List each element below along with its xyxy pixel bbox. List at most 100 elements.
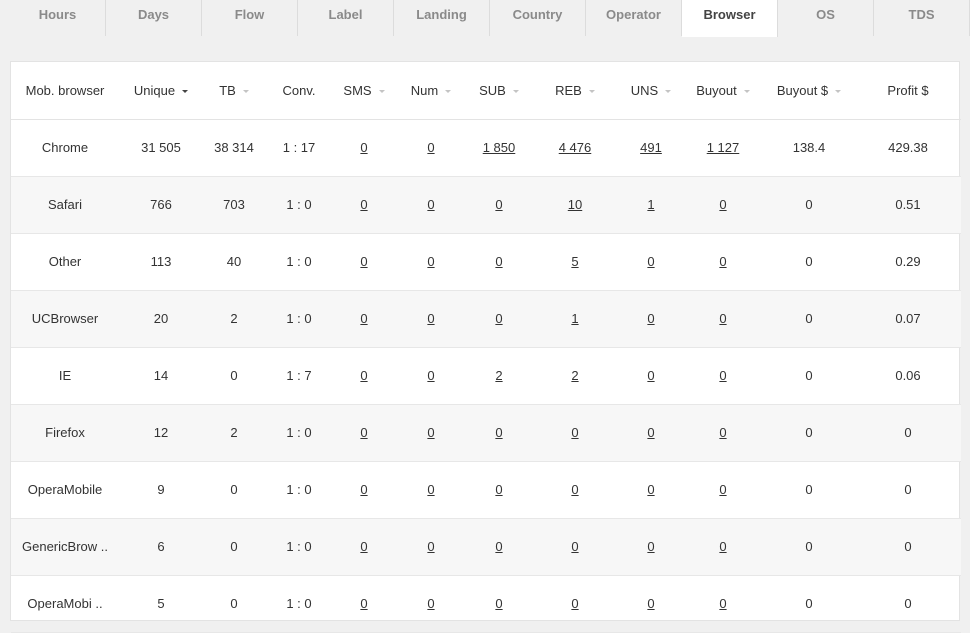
cell-link[interactable]: 0 bbox=[719, 539, 726, 554]
column-header-sub[interactable]: SUB bbox=[467, 62, 531, 120]
cell-link[interactable]: 0 bbox=[427, 368, 434, 383]
cell-link[interactable]: 0 bbox=[427, 140, 434, 155]
tab-days[interactable]: Days bbox=[106, 0, 202, 36]
cell-link[interactable]: 0 bbox=[647, 368, 654, 383]
table-row: OperaMobile 9 0 1 : 0 0 0 0 0 0 0 0 0 bbox=[11, 461, 961, 519]
sort-caret-icon[interactable] bbox=[378, 89, 385, 93]
cell-link[interactable]: 0 bbox=[647, 596, 654, 611]
sort-caret-icon[interactable] bbox=[588, 89, 595, 93]
table-cell: 0 bbox=[619, 518, 683, 576]
tab-label[interactable]: Label bbox=[298, 0, 394, 36]
cell-link[interactable]: 0 bbox=[360, 596, 367, 611]
tab-operator[interactable]: Operator bbox=[586, 0, 682, 36]
cell-link[interactable]: 0 bbox=[427, 482, 434, 497]
cell-value: 1 : 0 bbox=[286, 425, 312, 440]
cell-link[interactable]: 0 bbox=[495, 425, 502, 440]
table-cell: 1 : 0 bbox=[265, 518, 333, 576]
cell-link[interactable]: 491 bbox=[640, 140, 662, 155]
cell-link[interactable]: 0 bbox=[360, 368, 367, 383]
cell-link[interactable]: 0 bbox=[495, 254, 502, 269]
tab-country[interactable]: Country bbox=[490, 0, 586, 36]
column-header-reb[interactable]: REB bbox=[531, 62, 619, 120]
cell-link[interactable]: 0 bbox=[647, 482, 654, 497]
sort-caret-icon[interactable] bbox=[665, 89, 672, 93]
cell-link[interactable]: 0 bbox=[495, 311, 502, 326]
cell-link[interactable]: 0 bbox=[719, 368, 726, 383]
table-row: UCBrowser 20 2 1 : 0 0 0 0 1 0 0 0 0.07 bbox=[11, 290, 961, 348]
cell-link[interactable]: 0 bbox=[360, 140, 367, 155]
cell-link[interactable]: 0 bbox=[360, 311, 367, 326]
column-header-sms[interactable]: SMS bbox=[333, 62, 395, 120]
sort-caret-icon[interactable] bbox=[182, 89, 189, 93]
cell-link[interactable]: 5 bbox=[571, 254, 578, 269]
cell-link[interactable]: 1 127 bbox=[707, 140, 740, 155]
cell-link[interactable]: 10 bbox=[568, 197, 582, 212]
column-header-unique[interactable]: Unique bbox=[119, 62, 203, 120]
table-cell: 0.29 bbox=[855, 233, 961, 291]
cell-link[interactable]: 0 bbox=[719, 425, 726, 440]
cell-value: 1 : 0 bbox=[286, 482, 312, 497]
cell-link[interactable]: 0 bbox=[360, 197, 367, 212]
cell-link[interactable]: 1 850 bbox=[483, 140, 516, 155]
cell-link[interactable]: 0 bbox=[427, 425, 434, 440]
cell-link[interactable]: 0 bbox=[571, 425, 578, 440]
cell-link[interactable]: 0 bbox=[719, 254, 726, 269]
cell-link[interactable]: 0 bbox=[360, 254, 367, 269]
table-cell: 2 bbox=[203, 290, 265, 348]
cell-link[interactable]: 0 bbox=[495, 197, 502, 212]
column-header-num[interactable]: Num bbox=[395, 62, 467, 120]
cell-link[interactable]: 0 bbox=[647, 254, 654, 269]
tab-hours[interactable]: Hours bbox=[10, 0, 106, 36]
tab-landing[interactable]: Landing bbox=[394, 0, 490, 36]
cell-link[interactable]: 0 bbox=[427, 596, 434, 611]
cell-link[interactable]: 1 bbox=[647, 197, 654, 212]
table-cell: 703 bbox=[203, 176, 265, 234]
cell-link[interactable]: 0 bbox=[495, 539, 502, 554]
cell-link[interactable]: 0 bbox=[427, 197, 434, 212]
sort-caret-icon[interactable] bbox=[445, 89, 452, 93]
cell-link[interactable]: 0 bbox=[571, 539, 578, 554]
cell-link[interactable]: 0 bbox=[427, 311, 434, 326]
cell-link[interactable]: 0 bbox=[719, 311, 726, 326]
sort-caret-icon[interactable] bbox=[743, 89, 750, 93]
cell-link[interactable]: 0 bbox=[571, 482, 578, 497]
cell-link[interactable]: 0 bbox=[495, 482, 502, 497]
table-cell: 1 850 bbox=[467, 119, 531, 177]
table-cell: 0 bbox=[395, 290, 467, 348]
cell-link[interactable]: 0 bbox=[495, 596, 502, 611]
column-header-buyout[interactable]: Buyout $ bbox=[763, 62, 855, 120]
column-header-label: TB bbox=[219, 82, 236, 98]
table-cell: 0 bbox=[333, 119, 395, 177]
cell-link[interactable]: 0 bbox=[360, 482, 367, 497]
cell-link[interactable]: 2 bbox=[571, 368, 578, 383]
cell-link[interactable]: 0 bbox=[647, 311, 654, 326]
cell-link[interactable]: 0 bbox=[719, 482, 726, 497]
cell-value: 0 bbox=[904, 425, 912, 440]
cell-link[interactable]: 0 bbox=[719, 197, 726, 212]
column-header-tb[interactable]: TB bbox=[203, 62, 265, 120]
sort-caret-icon[interactable] bbox=[242, 89, 249, 93]
tab-browser[interactable]: Browser bbox=[682, 0, 778, 37]
cell-link[interactable]: 0 bbox=[427, 539, 434, 554]
cell-link[interactable]: 2 bbox=[495, 368, 502, 383]
table-cell: 0 bbox=[683, 461, 763, 519]
cell-value: 1 : 0 bbox=[286, 539, 312, 554]
cell-value: 1 : 17 bbox=[282, 140, 316, 155]
cell-link[interactable]: 0 bbox=[647, 425, 654, 440]
cell-link[interactable]: 0 bbox=[571, 596, 578, 611]
sort-caret-icon[interactable] bbox=[835, 89, 842, 93]
cell-link[interactable]: 0 bbox=[360, 539, 367, 554]
cell-link[interactable]: 1 bbox=[571, 311, 578, 326]
cell-link[interactable]: 0 bbox=[427, 254, 434, 269]
cell-link[interactable]: 4 476 bbox=[559, 140, 592, 155]
table-cell: 0 bbox=[395, 233, 467, 291]
column-header-buyout[interactable]: Buyout bbox=[683, 62, 763, 120]
cell-link[interactable]: 0 bbox=[647, 539, 654, 554]
sort-caret-icon[interactable] bbox=[512, 89, 519, 93]
column-header-uns[interactable]: UNS bbox=[619, 62, 683, 120]
tab-flow[interactable]: Flow bbox=[202, 0, 298, 36]
cell-link[interactable]: 0 bbox=[719, 596, 726, 611]
tab-os[interactable]: OS bbox=[778, 0, 874, 36]
cell-link[interactable]: 0 bbox=[360, 425, 367, 440]
tab-tds[interactable]: TDS bbox=[874, 0, 970, 36]
